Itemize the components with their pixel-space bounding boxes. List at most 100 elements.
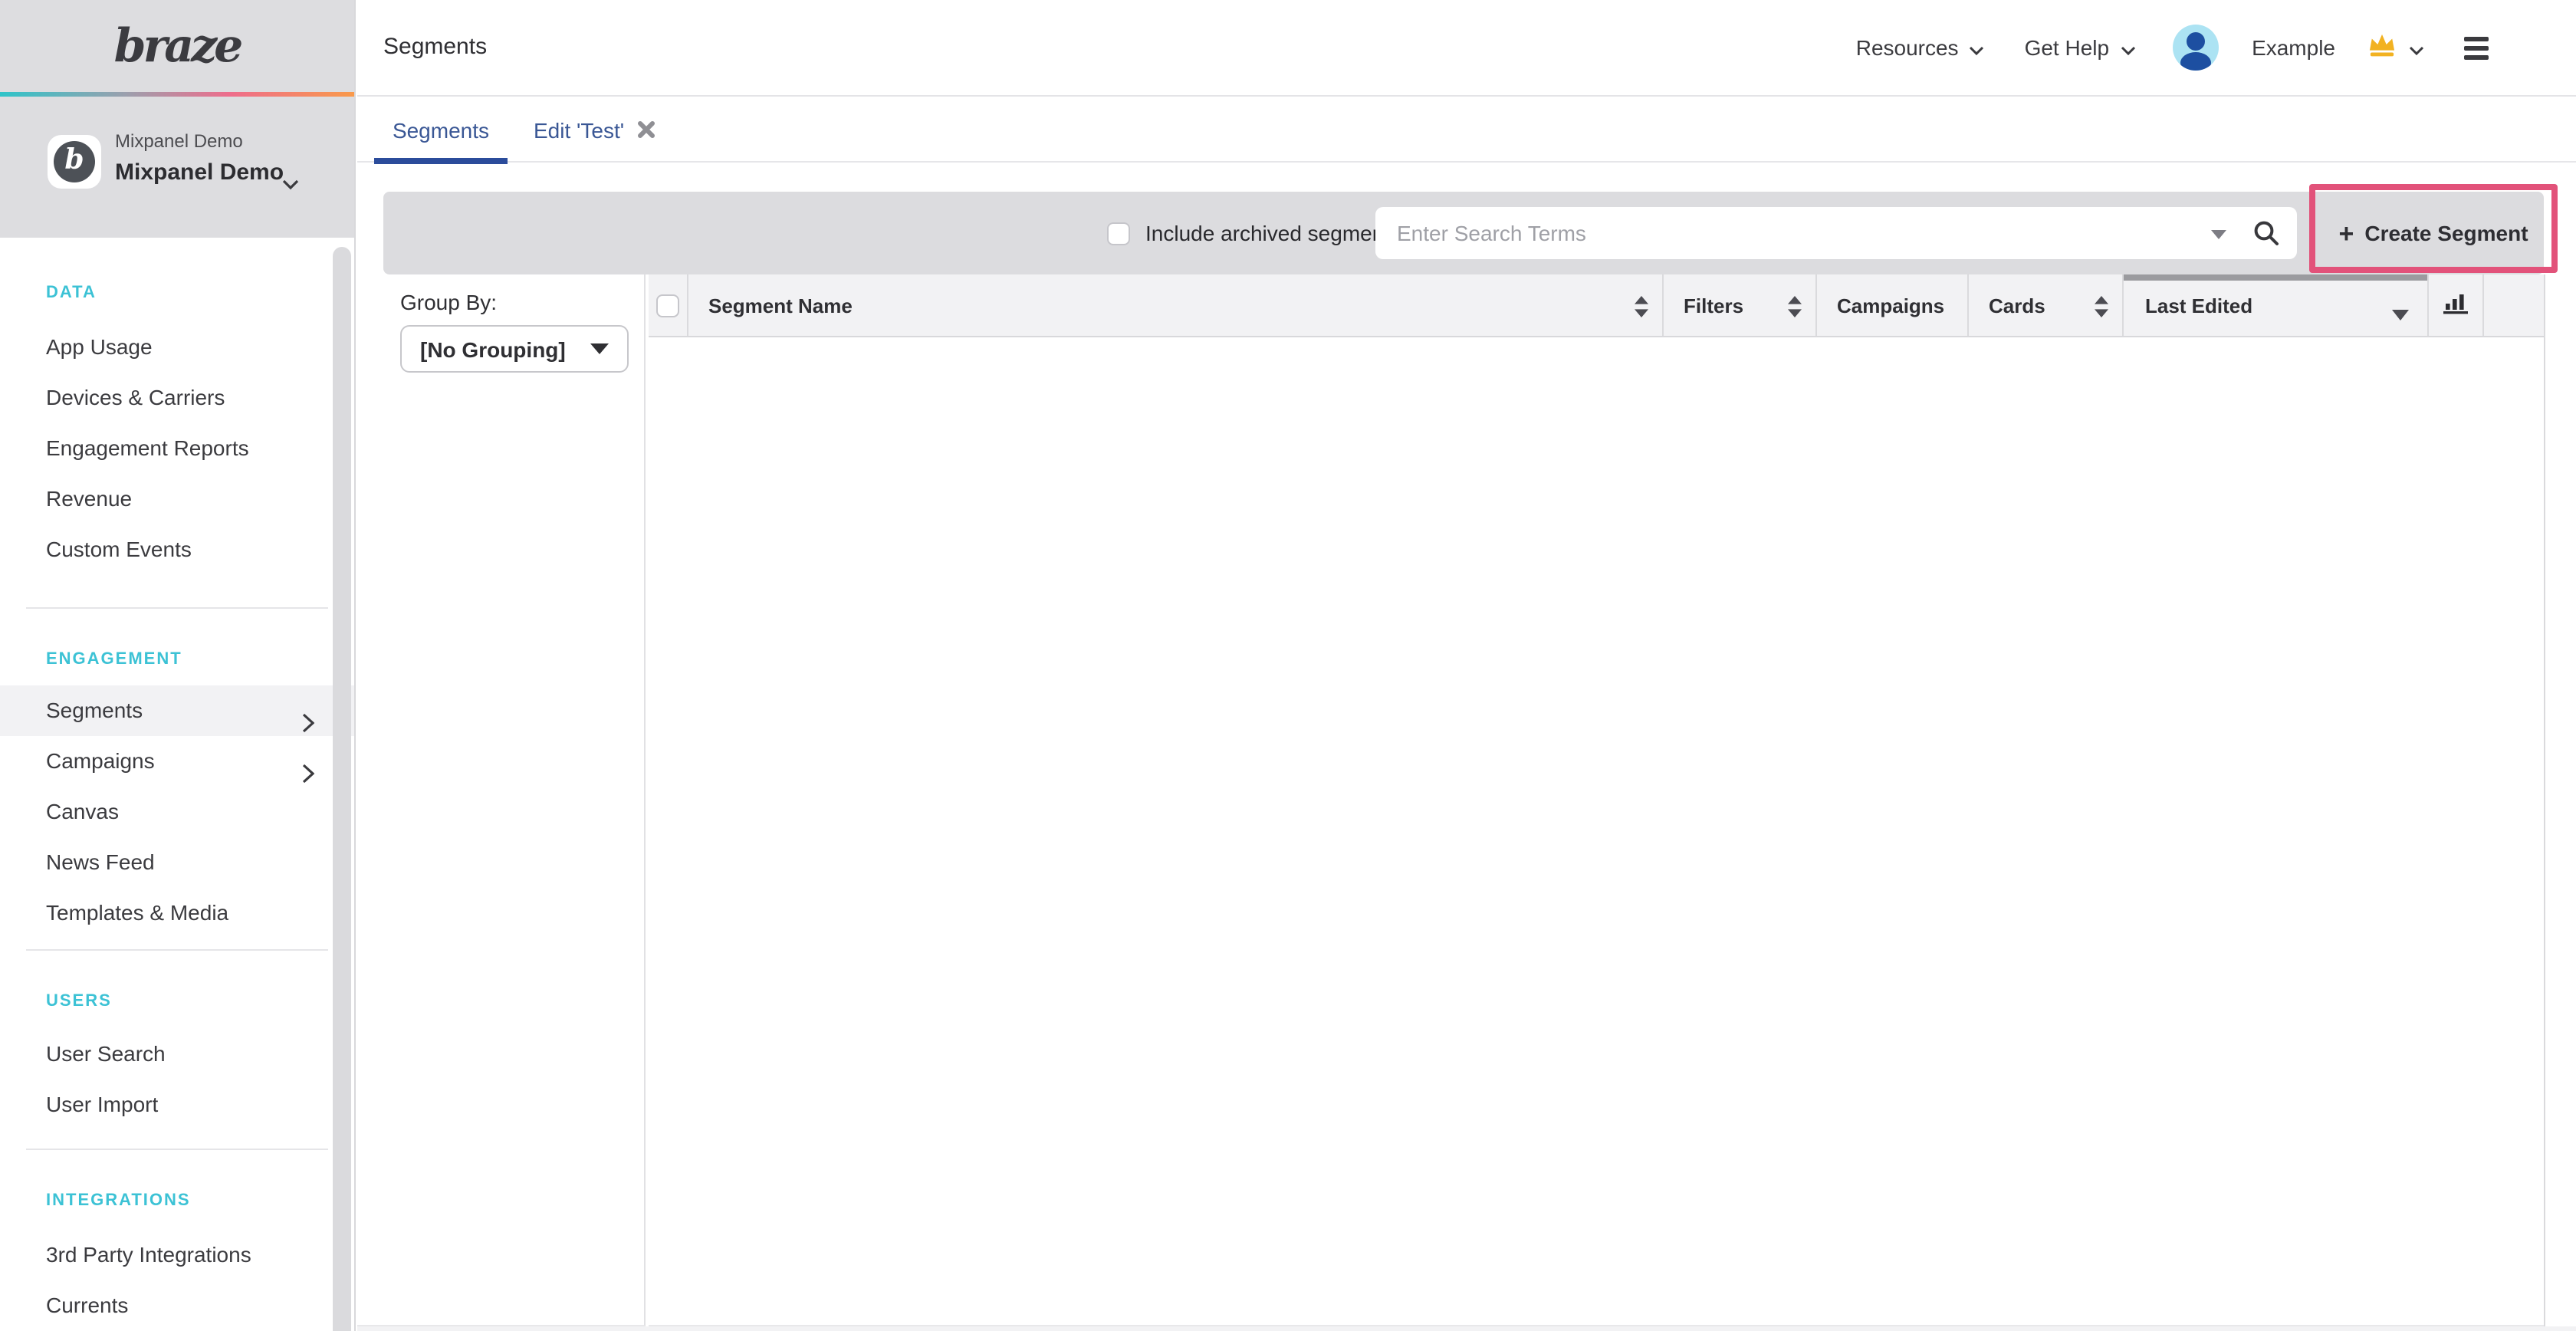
user-avatar	[2172, 25, 2218, 71]
tab-segments[interactable]: Segments	[374, 97, 508, 163]
braze-dashboard: braze b Mixpanel Demo Mixpanel Demo DATA…	[0, 0, 2576, 1331]
sidebar-scrollbar-thumb[interactable]	[333, 247, 351, 1331]
person-icon	[2186, 32, 2204, 51]
workspace-avatar: b	[48, 135, 101, 189]
sidebar-item-canvas[interactable]: Canvas	[0, 787, 354, 837]
sidebar-item-user-search[interactable]: User Search	[0, 1029, 354, 1080]
workspace-avatar-letter: b	[54, 141, 95, 182]
workspace-switcher[interactable]: b Mixpanel Demo Mixpanel Demo	[0, 97, 354, 238]
caret-down-icon	[590, 343, 609, 363]
create-segment-button[interactable]: + Create Segment	[2323, 195, 2544, 271]
bar-chart-icon	[2443, 291, 2469, 319]
sidebar-item-currents[interactable]: Currents	[0, 1280, 354, 1331]
bottom-strip	[357, 1326, 2576, 1331]
column-label: Filters	[1684, 294, 1743, 317]
search-box	[1375, 207, 2297, 259]
nav-section-integrations: INTEGRATIONS 3rd Party Integrations Curr…	[0, 1188, 354, 1331]
sidebar-item-revenue[interactable]: Revenue	[0, 474, 354, 524]
column-label: Campaigns	[1837, 294, 1944, 317]
tabs-bar: Segments Edit 'Test'	[357, 97, 2576, 163]
resources-menu[interactable]: Resources	[1856, 35, 1985, 60]
hamburger-menu-icon[interactable]	[2464, 36, 2489, 59]
group-by-dropdown[interactable]: [No Grouping]	[400, 325, 629, 373]
sidebar-item-templates-media[interactable]: Templates & Media	[0, 888, 354, 938]
tab-edit-test[interactable]: Edit 'Test'	[534, 97, 655, 163]
nav-divider	[26, 949, 328, 951]
column-header-segment-name[interactable]: Segment Name	[688, 274, 1664, 336]
segments-table: Segment Name Filters Campaigns Cards	[649, 274, 2545, 1326]
segments-toolbar: Include archived segments + Create Segme…	[383, 192, 2544, 274]
nav-section-data: DATA App Usage Devices & Carriers Engage…	[0, 281, 354, 575]
column-header-blank	[2484, 274, 2544, 336]
sidebar-item-segments[interactable]: Segments	[0, 685, 354, 736]
column-header-filters[interactable]: Filters	[1664, 274, 1817, 336]
chevron-down-icon	[1970, 35, 1985, 60]
column-header-analytics[interactable]	[2429, 274, 2484, 336]
get-help-menu[interactable]: Get Help	[2025, 35, 2136, 60]
chevron-down-icon	[2120, 35, 2135, 60]
group-by-label: Group By:	[400, 290, 497, 314]
page-title: Segments	[383, 0, 487, 95]
sidebar-item-campaigns[interactable]: Campaigns	[0, 736, 354, 787]
select-all-cell	[649, 274, 688, 336]
column-label: Segment Name	[708, 294, 853, 317]
nav-section-users: USERS User Search User Import	[0, 989, 354, 1130]
logo-bar: braze	[0, 0, 354, 92]
nav-section-engagement: ENGAGEMENT Segments Campaigns C	[0, 647, 354, 938]
braze-logo[interactable]: braze	[114, 19, 241, 73]
column-header-campaigns[interactable]: Campaigns	[1817, 274, 1969, 336]
table-body-empty	[649, 337, 2544, 1326]
tab-label: Edit 'Test'	[534, 117, 624, 142]
close-icon[interactable]	[638, 117, 655, 142]
sidebar-item-news-feed[interactable]: News Feed	[0, 837, 354, 888]
sort-desc-icon[interactable]	[2392, 302, 2409, 325]
sort-icon[interactable]	[1788, 296, 1802, 322]
sort-icon[interactable]	[1635, 296, 1648, 322]
nav-section-title: ENGAGEMENT	[46, 647, 354, 672]
search-input[interactable]	[1375, 207, 2297, 259]
include-archived-label: Include archived segments	[1145, 192, 1401, 274]
sidebar-nav: DATA App Usage Devices & Carriers Engage…	[0, 238, 354, 1331]
sidebar: braze b Mixpanel Demo Mixpanel Demo DATA…	[0, 0, 356, 1331]
search-dropdown-caret-icon[interactable]	[2211, 230, 2226, 247]
search-icon[interactable]	[2252, 219, 2280, 255]
column-header-last-edited[interactable]: Last Edited	[2124, 274, 2429, 336]
select-all-checkbox[interactable]	[656, 294, 679, 317]
resources-label: Resources	[1856, 35, 1959, 60]
sidebar-item-3rd-party-integrations[interactable]: 3rd Party Integrations	[0, 1230, 354, 1280]
tab-label: Segments	[393, 117, 489, 142]
column-header-cards[interactable]: Cards	[1969, 274, 2124, 336]
sidebar-item-label: Segments	[46, 698, 143, 722]
nav-section-title: DATA	[46, 281, 354, 305]
topbar: Segments Resources Get Help	[357, 0, 2576, 97]
sidebar-item-custom-events[interactable]: Custom Events	[0, 524, 354, 575]
main-content: Segments Resources Get Help	[357, 0, 2576, 1331]
column-label: Last Edited	[2145, 294, 2252, 317]
include-archived-checkbox[interactable]	[1107, 222, 1130, 245]
nav-divider	[26, 1149, 328, 1150]
create-segment-label: Create Segment	[2364, 221, 2528, 245]
person-icon	[2180, 52, 2210, 71]
get-help-label: Get Help	[2025, 35, 2110, 60]
group-by-value: [No Grouping]	[420, 337, 566, 361]
chevron-down-icon	[282, 170, 299, 198]
plus-icon: +	[2338, 220, 2354, 246]
chevron-down-icon	[2409, 35, 2424, 60]
sidebar-item-engagement-reports[interactable]: Engagement Reports	[0, 423, 354, 474]
sort-icon[interactable]	[2095, 296, 2108, 322]
sidebar-item-label: Campaigns	[46, 748, 155, 773]
group-by-panel: Group By: [No Grouping]	[357, 274, 646, 1326]
app-group-name: Mixpanel Demo	[115, 159, 284, 186]
nav-section-title: USERS	[46, 989, 354, 1014]
nav-section-title: INTEGRATIONS	[46, 1188, 354, 1213]
crown-icon	[2366, 32, 2398, 63]
column-label: Cards	[1989, 294, 2045, 317]
sidebar-item-app-usage[interactable]: App Usage	[0, 322, 354, 373]
sidebar-item-devices-carriers[interactable]: Devices & Carriers	[0, 373, 354, 423]
user-name: Example	[2252, 35, 2335, 60]
nav-divider	[26, 607, 328, 609]
table-header-row: Segment Name Filters Campaigns Cards	[649, 274, 2544, 337]
company-name: Mixpanel Demo	[115, 130, 243, 152]
sidebar-item-user-import[interactable]: User Import	[0, 1080, 354, 1130]
user-account-menu[interactable]: Example	[2172, 25, 2424, 71]
